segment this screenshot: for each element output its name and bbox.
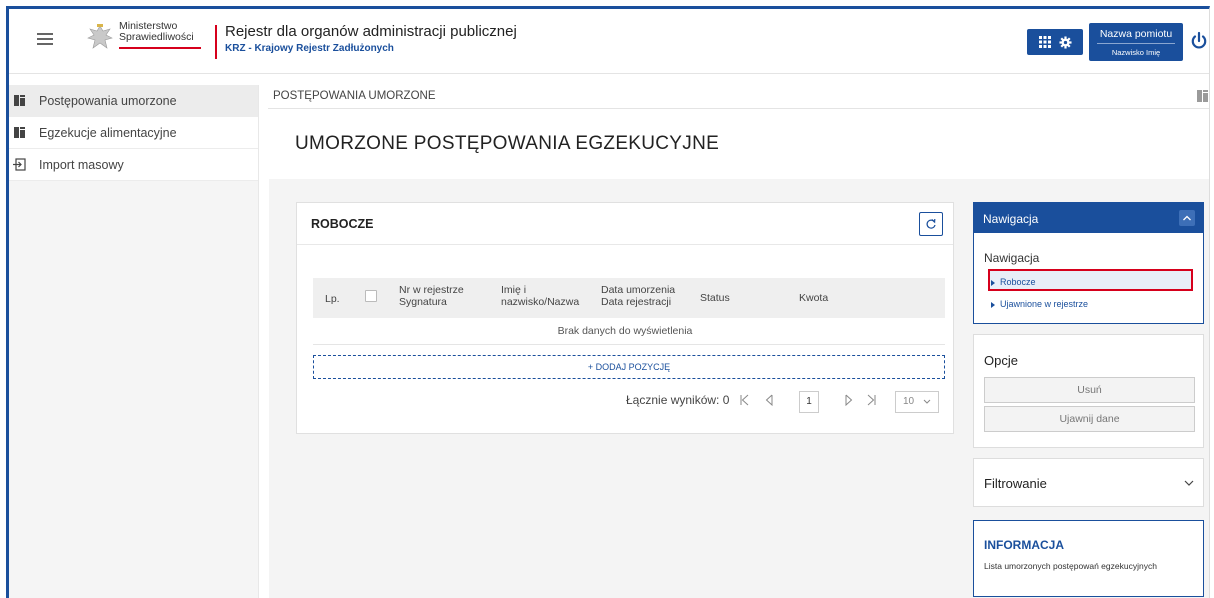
sidebar: Postępowania umorzone Egzekucje alimenta… xyxy=(9,85,259,598)
sidebar-item-egzekucje-alimentacyjne[interactable]: Egzekucje alimentacyjne xyxy=(9,117,258,149)
next-page-icon[interactable] xyxy=(843,393,855,407)
robocze-title: ROBOCZE xyxy=(311,217,374,231)
user-unit-name: Nazwa pomiotu xyxy=(1097,28,1175,44)
options-panel: Opcje Usuń Ujawnij dane xyxy=(973,334,1204,448)
delete-button[interactable]: Usuń xyxy=(984,377,1195,403)
total-results: Łącznie wyników: 0 xyxy=(626,393,730,407)
column-kwota: Kwota xyxy=(799,292,829,304)
chevron-down-icon[interactable] xyxy=(1183,477,1195,489)
chevron-up-icon xyxy=(1183,215,1191,221)
navigation-subtitle: Nawigacja xyxy=(984,251,1040,265)
add-item-button[interactable]: + DODAJ POZYCJĘ xyxy=(313,355,945,379)
filter-panel[interactable]: Filtrowanie xyxy=(973,458,1204,507)
page-size-select[interactable]: 10 xyxy=(895,391,939,413)
column-nr: Nr w rejestrze Sygnatura xyxy=(399,284,464,308)
last-page-icon[interactable] xyxy=(865,393,877,407)
page-size-value: 10 xyxy=(903,396,915,407)
sidebar-item-import-masowy[interactable]: Import masowy xyxy=(9,149,258,181)
chevron-down-icon xyxy=(923,399,931,404)
header-action-buttons xyxy=(1027,29,1083,55)
nav-link-ujawnione[interactable]: Ujawnione w rejestrze xyxy=(1000,299,1088,309)
breadcrumb-text: POSTĘPOWANIA UMORZONE xyxy=(273,90,436,102)
info-title: INFORMACJA xyxy=(984,538,1064,552)
eagle-emblem-icon xyxy=(87,24,113,49)
robocze-card-header: ROBOCZE xyxy=(297,203,953,245)
robocze-card: ROBOCZE Lp. Nr w rejestrze Sygnatura Imi… xyxy=(296,202,954,434)
column-imie: Imię i nazwisko/Nazwa xyxy=(501,284,579,308)
caret-right-icon xyxy=(991,302,995,308)
logo-separator xyxy=(215,25,217,59)
info-panel: INFORMACJA Lista umorzonych postępowań e… xyxy=(973,520,1204,597)
column-data: Data umorzenia Data rejestracji xyxy=(601,284,675,308)
prev-page-icon[interactable] xyxy=(763,393,775,407)
refresh-button[interactable] xyxy=(919,212,943,236)
options-title: Opcje xyxy=(984,353,1018,368)
divider xyxy=(313,344,945,345)
navigation-header-label: Nawigacja xyxy=(983,212,1039,226)
sidebar-item-postepowania-umorzone[interactable]: Postępowania umorzone xyxy=(9,85,258,117)
nav-link-robocze[interactable]: Robocze xyxy=(1000,277,1036,287)
sidebar-item-label: Import masowy xyxy=(39,157,124,172)
import-icon xyxy=(13,158,26,171)
stamp-icon xyxy=(1197,90,1208,102)
logo-underline xyxy=(119,47,201,49)
ministry-line2: Sprawiedliwości xyxy=(119,31,194,43)
navigation-panel-header: Nawigacja xyxy=(974,203,1203,233)
column-data-line2: Data rejestracji xyxy=(601,296,672,308)
filter-title: Filtrowanie xyxy=(984,476,1047,491)
column-imie-line2: nazwisko/Nazwa xyxy=(501,296,580,308)
apps-grid-icon[interactable] xyxy=(1038,36,1051,48)
stamp-icon xyxy=(14,95,25,106)
app-window: Ministerstwo Sprawiedliwości Rejestr dla… xyxy=(6,6,1210,598)
stamp-icon xyxy=(14,127,25,138)
column-nr-line1: Nr w rejestrze xyxy=(399,284,464,296)
navigation-panel: Nawigacja Nawigacja Robocze Ujawnione w … xyxy=(973,202,1204,324)
top-header: Ministerstwo Sprawiedliwości Rejestr dla… xyxy=(9,9,1209,74)
ministry-logo-text: Ministerstwo Sprawiedliwości xyxy=(119,21,194,43)
column-imie-line1: Imię i xyxy=(501,284,527,296)
reveal-data-button[interactable]: Ujawnij dane xyxy=(984,406,1195,432)
breadcrumb: POSTĘPOWANIA UMORZONE xyxy=(268,85,1209,109)
sidebar-item-label: Egzekucje alimentacyjne xyxy=(39,125,177,140)
power-logout-icon[interactable] xyxy=(1189,31,1209,51)
empty-table-message: Brak danych do wyświetlenia xyxy=(557,325,693,337)
collapse-button[interactable] xyxy=(1179,210,1195,226)
sidebar-item-label: Postępowania umorzone xyxy=(39,93,177,108)
select-all-checkbox[interactable] xyxy=(365,290,377,302)
user-account-button[interactable]: Nazwa pomiotu Nazwisko Imię xyxy=(1089,23,1183,61)
gear-icon[interactable] xyxy=(1058,35,1072,49)
current-page-input[interactable]: 1 xyxy=(799,391,819,413)
first-page-icon[interactable] xyxy=(739,393,751,407)
user-full-name: Nazwisko Imię xyxy=(1111,48,1161,57)
column-lp: Lp. xyxy=(325,293,340,305)
app-subtitle: KRZ - Krajowy Rejestr Zadłużonych xyxy=(225,43,394,54)
app-title: Rejestr dla organów administracji public… xyxy=(225,23,517,40)
caret-right-icon xyxy=(991,280,995,286)
column-status: Status xyxy=(700,292,730,304)
hamburger-menu-icon[interactable] xyxy=(37,33,53,45)
info-text: Lista umorzonych postępowań egzekucyjnyc… xyxy=(984,561,1157,571)
table-header: Lp. Nr w rejestrze Sygnatura Imię i nazw… xyxy=(313,278,945,318)
refresh-icon xyxy=(926,218,936,229)
page-title: UMORZONE POSTĘPOWANIA EGZEKUCYJNE xyxy=(295,133,720,154)
column-nr-line2: Sygnatura xyxy=(399,296,447,308)
column-data-line1: Data umorzenia xyxy=(601,284,676,296)
